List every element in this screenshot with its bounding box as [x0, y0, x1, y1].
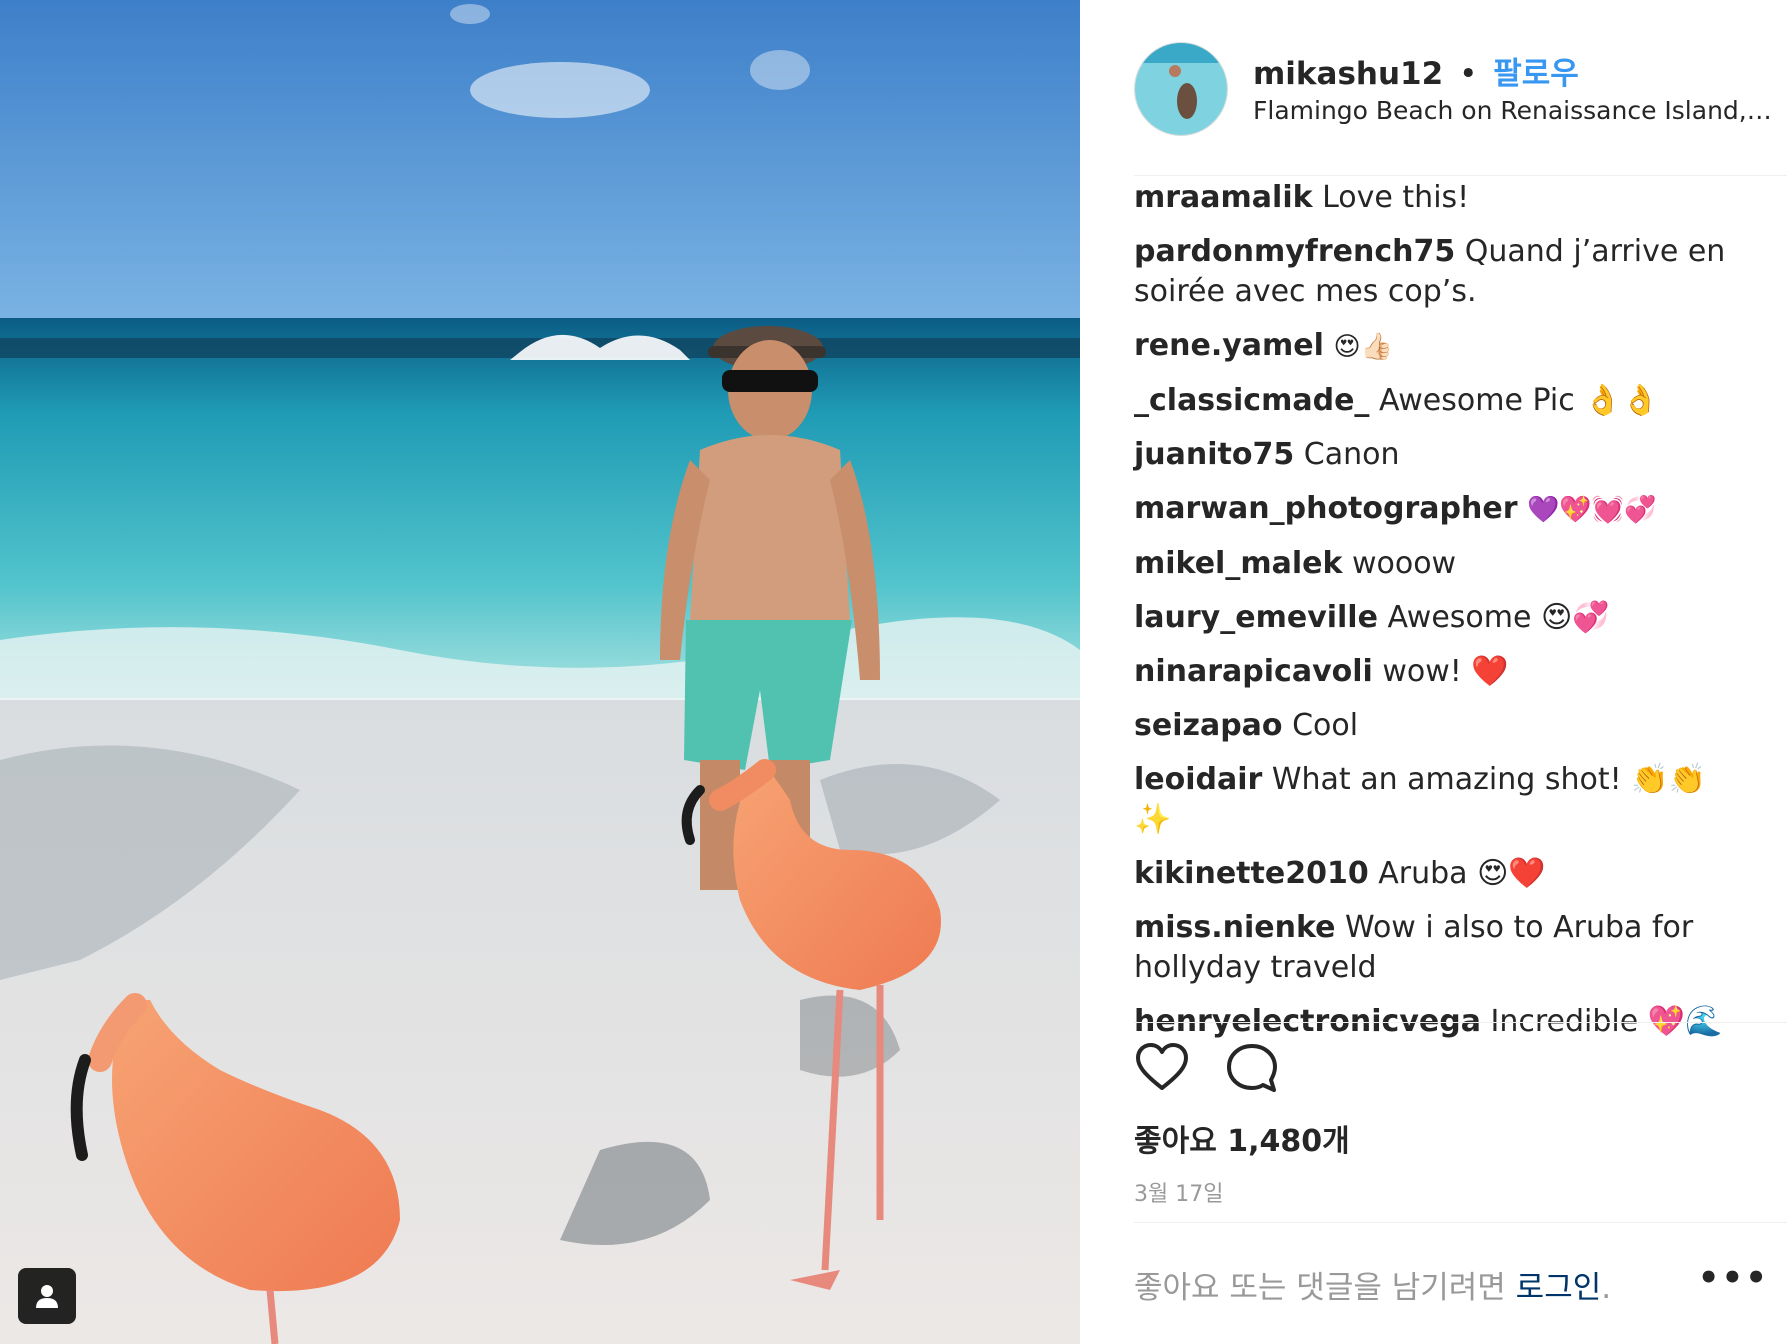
- comment-text: wooow: [1351, 546, 1457, 581]
- login-link[interactable]: 로그인: [1516, 1270, 1602, 1306]
- likes-count[interactable]: 좋아요 1,480개: [1134, 1116, 1350, 1160]
- comment-text: Aruba 😍❤️: [1378, 856, 1546, 891]
- location-link[interactable]: Flamingo Beach on Renaissance Island, Ar…: [1253, 96, 1773, 125]
- separator-dot: •: [1459, 56, 1478, 92]
- user-tag-button[interactable]: [18, 1268, 76, 1324]
- comment-username[interactable]: rene.yamel: [1134, 328, 1324, 363]
- comment: kikinette2010 Aruba 😍❤️: [1134, 854, 1734, 894]
- like-button[interactable]: [1134, 1040, 1194, 1100]
- comment: ninarapicavoli wow! ❤️: [1134, 652, 1734, 692]
- login-prompt-suffix: .: [1601, 1270, 1612, 1306]
- more-options-icon[interactable]: •••: [1698, 1258, 1769, 1298]
- post-photo[interactable]: [0, 0, 1080, 1344]
- comment-username[interactable]: laury_emeville: [1134, 600, 1378, 635]
- comment: leoidair What an amazing shot! 👏👏 ✨: [1134, 760, 1734, 840]
- comment-text: Canon: [1303, 437, 1400, 472]
- comment-text: Awesome Pic 👌👌: [1378, 383, 1659, 418]
- header-divider: [1134, 175, 1787, 176]
- user-tag-icon: [32, 1281, 62, 1311]
- comment-username[interactable]: _classicmade_: [1134, 383, 1369, 418]
- footer-divider: [1134, 1222, 1787, 1223]
- comment-list: mraamalik Love this! pardonmyfrench75 Qu…: [1134, 178, 1734, 1056]
- comment-text: Cool: [1292, 708, 1359, 743]
- comment: mikel_malek wooow: [1134, 544, 1734, 584]
- likes-label: 좋아요: [1134, 1124, 1217, 1159]
- comment-username[interactable]: ninarapicavoli: [1134, 654, 1373, 689]
- login-prompt-text: 좋아요 또는 댓글을 남기려면: [1134, 1270, 1506, 1306]
- comment-username[interactable]: mraamalik: [1134, 180, 1313, 215]
- action-bar: [1134, 1040, 1334, 1100]
- comment-username[interactable]: miss.nienke: [1134, 910, 1336, 945]
- comment-username[interactable]: pardonmyfrench75: [1134, 234, 1455, 269]
- comment-bubble-icon: [1224, 1044, 1280, 1100]
- comment-text: 💜💖💓💞: [1527, 495, 1657, 525]
- comment-text: 😍👍🏻: [1333, 332, 1393, 362]
- comment-username[interactable]: mikel_malek: [1134, 546, 1342, 581]
- username-link[interactable]: mikashu12: [1253, 56, 1443, 92]
- comment: rene.yamel 😍👍🏻: [1134, 326, 1734, 367]
- comment: _classicmade_ Awesome Pic 👌👌: [1134, 381, 1734, 421]
- post-header: mikashu12 • 팔로우 Flamingo Beach on Renais…: [1134, 40, 1787, 140]
- comment: seizapao Cool: [1134, 706, 1734, 746]
- login-prompt: 좋아요 또는 댓글을 남기려면 로그인.: [1134, 1262, 1611, 1307]
- comment-text: wow! ❤️: [1382, 654, 1509, 689]
- comment: mraamalik Love this!: [1134, 178, 1734, 218]
- comment-username[interactable]: seizapao: [1134, 708, 1283, 743]
- avatar[interactable]: [1134, 42, 1228, 136]
- comment: pardonmyfrench75 Quand j’arrive en soiré…: [1134, 232, 1734, 312]
- follow-button[interactable]: 팔로우: [1493, 56, 1579, 92]
- header-title-row: mikashu12 • 팔로우: [1253, 48, 1579, 93]
- comments-divider: [1134, 1022, 1787, 1023]
- comment: marwan_photographer 💜💖💓💞: [1134, 489, 1734, 530]
- comment: laury_emeville Awesome 😍💞: [1134, 598, 1734, 638]
- comment-text: Love this!: [1322, 180, 1470, 215]
- comment-username[interactable]: juanito75: [1134, 437, 1294, 472]
- post-date[interactable]: 3월 17일: [1134, 1176, 1223, 1208]
- comment: miss.nienke Wow i also to Aruba for holl…: [1134, 908, 1734, 988]
- heart-icon: [1134, 1043, 1190, 1100]
- comment: juanito75 Canon: [1134, 435, 1734, 475]
- comment-username[interactable]: leoidair: [1134, 762, 1262, 797]
- comment-button[interactable]: [1224, 1040, 1284, 1100]
- post-sidebar: mikashu12 • 팔로우 Flamingo Beach on Renais…: [1080, 0, 1787, 1344]
- comment-text: Awesome 😍💞: [1387, 600, 1610, 635]
- likes-number: 1,480개: [1227, 1124, 1350, 1159]
- comment-username[interactable]: marwan_photographer: [1134, 491, 1518, 526]
- comment-username[interactable]: kikinette2010: [1134, 856, 1369, 891]
